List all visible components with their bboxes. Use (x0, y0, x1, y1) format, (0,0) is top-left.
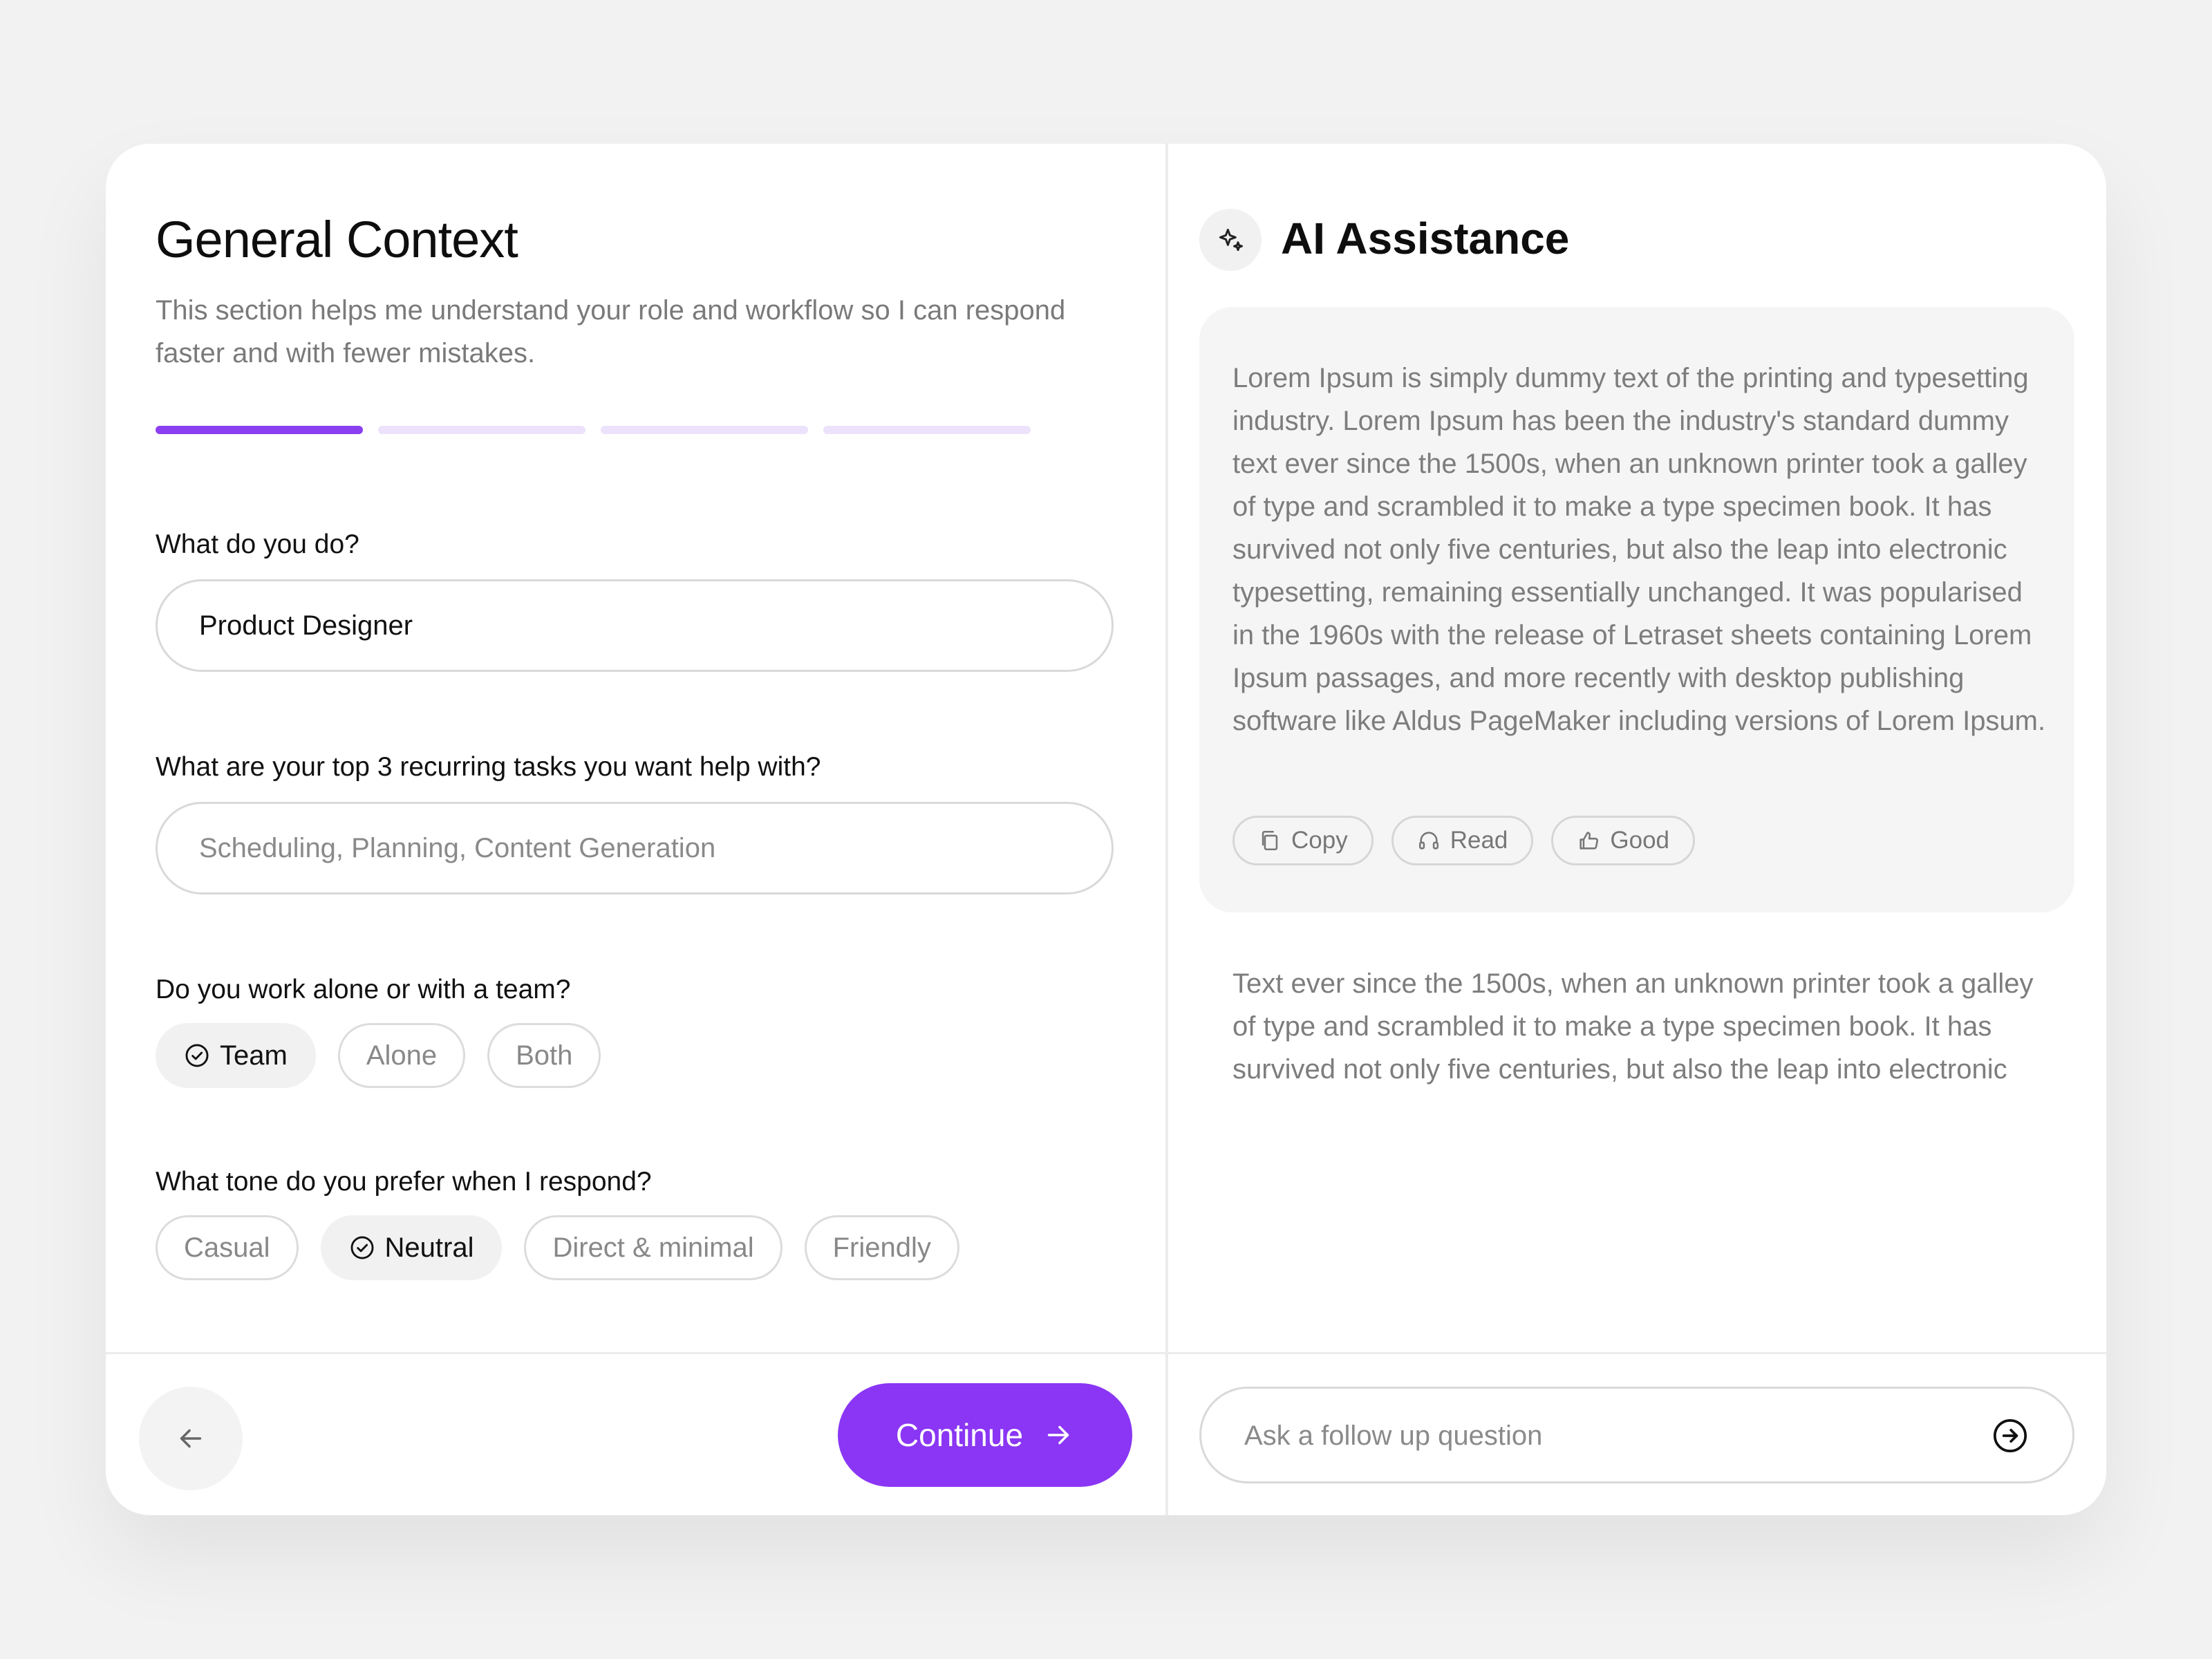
arrow-right-circle-icon (1993, 1418, 2027, 1453)
copy-button[interactable]: Copy (1232, 816, 1374, 865)
progress-step-4 (823, 426, 1031, 434)
tasks-input[interactable] (156, 802, 1114, 894)
thumbs-up-icon (1580, 832, 1599, 850)
option-team-label: Team (220, 1040, 288, 1071)
check-circle-icon (350, 1236, 373, 1259)
step-progress (156, 426, 1031, 434)
option-direct-minimal-label: Direct & minimal (552, 1232, 754, 1263)
option-friendly-label: Friendly (832, 1232, 931, 1263)
option-alone-label: Alone (366, 1040, 438, 1071)
option-neutral-label: Neutral (384, 1232, 474, 1263)
followup-box (1199, 1387, 2074, 1483)
progress-step-2 (378, 426, 585, 434)
option-alone[interactable]: Alone (337, 1023, 466, 1088)
headphones-icon (1418, 832, 1438, 850)
onboarding-card: General Context This section helps me un… (106, 144, 2106, 1515)
option-casual[interactable]: Casual (156, 1215, 299, 1280)
option-direct-minimal[interactable]: Direct & minimal (524, 1215, 782, 1280)
tone-options: Casual Neutral Direct & minimal Friendly (156, 1215, 959, 1280)
role-input[interactable] (156, 579, 1114, 672)
good-label: Good (1610, 827, 1670, 854)
footer-divider (106, 1352, 2106, 1354)
tasks-question-label: What are your top 3 recurring tasks you … (156, 752, 821, 782)
option-both-label: Both (516, 1040, 573, 1071)
assistant-response-text: Lorem Ipsum is simply dummy text of the … (1232, 363, 2046, 736)
progress-step-1 (156, 426, 363, 434)
copy-icon (1262, 830, 1278, 851)
arrow-right-icon (1047, 1425, 1069, 1445)
continue-label: Continue (895, 1417, 1024, 1453)
assistant-followup-text: Text ever since the 1500s, when an unkno… (1232, 968, 2034, 1085)
followup-input[interactable] (1243, 1389, 1965, 1483)
arrow-left-icon (180, 1429, 202, 1448)
sparkles-icon (1219, 228, 1243, 252)
read-label: Read (1450, 827, 1508, 854)
progress-step-3 (601, 426, 808, 434)
response-actions: Copy Read Good (1232, 816, 1696, 865)
page-title: General Context (156, 211, 518, 268)
copy-label: Copy (1291, 827, 1348, 854)
ai-badge (1199, 209, 1262, 271)
option-both[interactable]: Both (487, 1023, 601, 1088)
assistant-title: AI Assistance (1281, 214, 1570, 263)
option-team[interactable]: Team (156, 1023, 316, 1088)
page-subtitle: This section helps me understand your ro… (156, 295, 1066, 368)
read-aloud-button[interactable]: Read (1391, 816, 1534, 865)
panel-divider (1165, 144, 1168, 1515)
continue-button[interactable]: Continue (838, 1383, 1132, 1487)
good-feedback-button[interactable]: Good (1551, 816, 1696, 865)
check-circle-icon (185, 1044, 209, 1067)
work-mode-options: Team Alone Both (156, 1023, 601, 1088)
option-casual-label: Casual (184, 1232, 270, 1263)
assistant-response-card: Lorem Ipsum is simply dummy text of the … (1199, 307, 2074, 912)
role-question-label: What do you do? (156, 529, 359, 559)
option-friendly[interactable]: Friendly (804, 1215, 959, 1280)
back-button[interactable] (139, 1387, 243, 1490)
send-button[interactable] (1991, 1416, 2030, 1455)
work-mode-question-label: Do you work alone or with a team? (156, 975, 571, 1004)
tone-question-label: What tone do you prefer when I respond? (156, 1167, 652, 1197)
option-neutral[interactable]: Neutral (320, 1215, 503, 1280)
